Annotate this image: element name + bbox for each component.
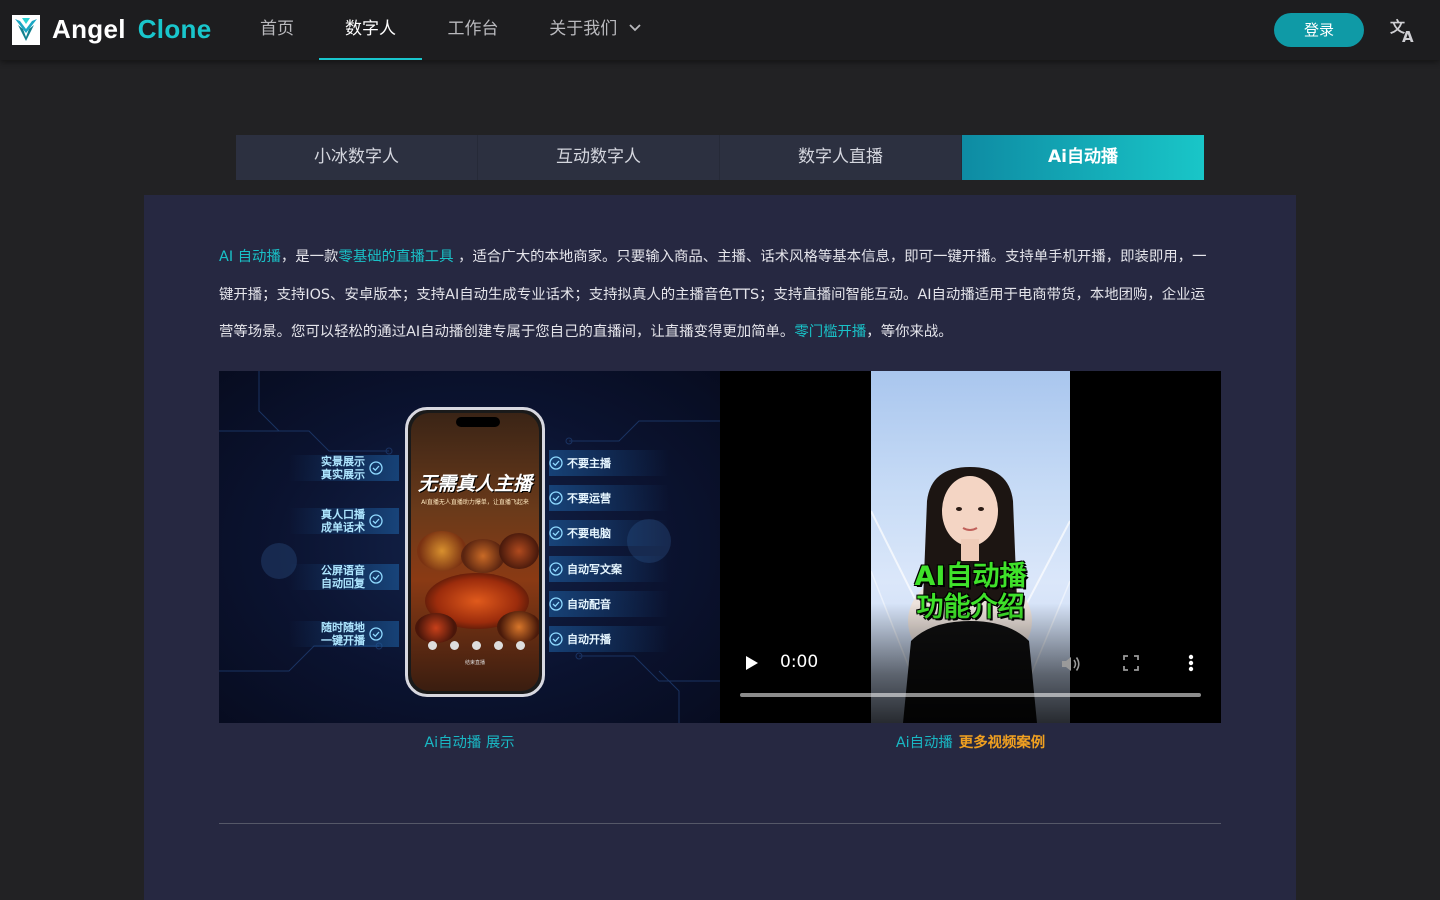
feature-right-2-label: 不要运营	[567, 492, 611, 505]
feature-right-1: 不要主播	[549, 450, 669, 476]
video-progress-bar[interactable]	[740, 693, 1201, 697]
section-divider	[219, 823, 1221, 824]
video-title-line-1: AI自动播	[914, 561, 1027, 592]
angel-logo-icon	[12, 14, 40, 45]
feature-left-1-label: 实景展示 真实展示	[321, 455, 365, 481]
more-options-icon[interactable]	[1188, 654, 1194, 672]
video-time: 0:00	[780, 652, 819, 672]
nav-digital-human-label: 数字人	[345, 19, 396, 39]
check-circle-icon	[369, 461, 383, 475]
check-circle-icon	[369, 570, 383, 584]
check-circle-icon	[549, 491, 563, 505]
tab-interactive-digital-human[interactable]: 互动数字人	[478, 135, 720, 180]
feature-right-2: 不要运营	[549, 485, 669, 511]
translate-icon[interactable]: 文 A	[1389, 16, 1417, 44]
product-tabs: 小冰数字人 互动数字人 数字人直播 Ai自动播	[236, 135, 1204, 180]
intro-text-3: ，等你来战。	[866, 324, 953, 340]
nav-about-us-label: 关于我们	[549, 19, 618, 39]
feature-left-2-label: 真人口播 成单话术	[321, 508, 365, 534]
nav-about-us[interactable]: 关于我们	[545, 0, 645, 60]
feature-left-3-label: 公屏语音 自动回复	[321, 564, 365, 590]
feature-right-4-label: 自动写文案	[567, 563, 622, 576]
intro-highlight-product: AI 自动播	[219, 249, 281, 265]
caption-showcase: Ai自动播 展示	[219, 731, 720, 752]
phone-mockup: 无需真人主播 AI直播无人直播助力爆单，让直播飞起来 结束直播	[405, 407, 545, 697]
feature-right-4: 自动写文案	[549, 556, 669, 582]
more-video-cases-link[interactable]: 更多视频案例	[959, 735, 1045, 751]
nav-home[interactable]: 首页	[255, 0, 299, 60]
check-circle-icon	[369, 514, 383, 528]
top-navbar: Angel Clone 首页 数字人 工作台 关于我们 登录 文 A	[0, 0, 1440, 60]
nav-workbench-label: 工作台	[447, 19, 499, 39]
phone-subtitle: AI直播无人直播助力爆单，让直播飞起来	[421, 499, 529, 506]
feature-right-6: 自动开播	[549, 626, 669, 652]
intro-text-1: ，是一款	[280, 249, 339, 265]
check-circle-icon	[549, 526, 563, 540]
ai-auto-live-showcase-image: 实景展示 真实展示 真人口播 成单话术 公屏语音 自动回复 随时随地 一键开播 …	[219, 371, 720, 723]
ai-auto-live-video-player[interactable]: AI自动播 功能介绍 0:00	[720, 371, 1221, 723]
caption-video: Ai自动播 更多视频案例	[720, 731, 1221, 752]
nav-digital-human[interactable]: 数字人	[319, 0, 422, 60]
nav-home-label: 首页	[260, 19, 294, 39]
check-circle-icon	[369, 627, 383, 641]
tab-ai-auto-live[interactable]: Ai自动播	[962, 135, 1204, 180]
feature-right-5: 自动配音	[549, 591, 669, 617]
fullscreen-icon[interactable]	[1123, 655, 1139, 671]
tab-xiaobing-digital-human[interactable]: 小冰数字人	[236, 135, 478, 180]
play-icon[interactable]	[745, 655, 759, 671]
phone-screen: 无需真人主播 AI直播无人直播助力爆单，让直播飞起来 结束直播	[411, 413, 539, 691]
caption-showcase-label: Ai自动播 展示	[424, 735, 515, 751]
intro-paragraph: AI 自动播，是一款零基础的直播工具 ，适合广大的本地商家。只要输入商品、主播、…	[219, 239, 1219, 352]
brand-logo[interactable]: Angel Clone	[12, 14, 211, 45]
svg-text:A: A	[1402, 28, 1414, 44]
content-panel: AI 自动播，是一款零基础的直播工具 ，适合广大的本地商家。只要输入商品、主播、…	[144, 195, 1296, 900]
login-button[interactable]: 登录	[1274, 13, 1364, 47]
feature-left-4-label: 随时随地 一键开播	[321, 621, 365, 647]
check-circle-icon	[549, 597, 563, 611]
feature-left-4: 随时随地 一键开播	[289, 621, 399, 647]
volume-icon[interactable]	[1061, 655, 1081, 673]
check-circle-icon	[549, 456, 563, 470]
caption-video-label[interactable]: Ai自动播	[896, 735, 953, 751]
chevron-down-icon	[629, 23, 641, 31]
intro-highlight-zero-threshold: 零门槛开播	[794, 324, 867, 340]
check-circle-icon	[549, 562, 563, 576]
feature-left-2: 真人口播 成单话术	[289, 508, 399, 534]
feature-right-3-label: 不要电脑	[567, 527, 611, 540]
feature-right-3: 不要电脑	[549, 520, 669, 546]
intro-highlight-zero-base: 零基础的直播工具	[338, 249, 454, 265]
tab-digital-human-live[interactable]: 数字人直播	[720, 135, 962, 180]
feature-left-1: 实景展示 真实展示	[289, 455, 399, 481]
nav-workbench[interactable]: 工作台	[443, 0, 503, 60]
phone-end-live-label: 结束直播	[464, 660, 485, 666]
brand-name-angel: Angel	[52, 14, 126, 44]
feature-right-5-label: 自动配音	[567, 598, 611, 611]
brand-name-clone: Clone	[137, 14, 212, 44]
feature-right-6-label: 自动开播	[567, 633, 611, 646]
feature-right-1-label: 不要主播	[567, 457, 611, 470]
check-circle-icon	[549, 632, 563, 646]
feature-left-3: 公屏语音 自动回复	[289, 564, 399, 590]
phone-title: 无需真人主播	[417, 473, 532, 495]
